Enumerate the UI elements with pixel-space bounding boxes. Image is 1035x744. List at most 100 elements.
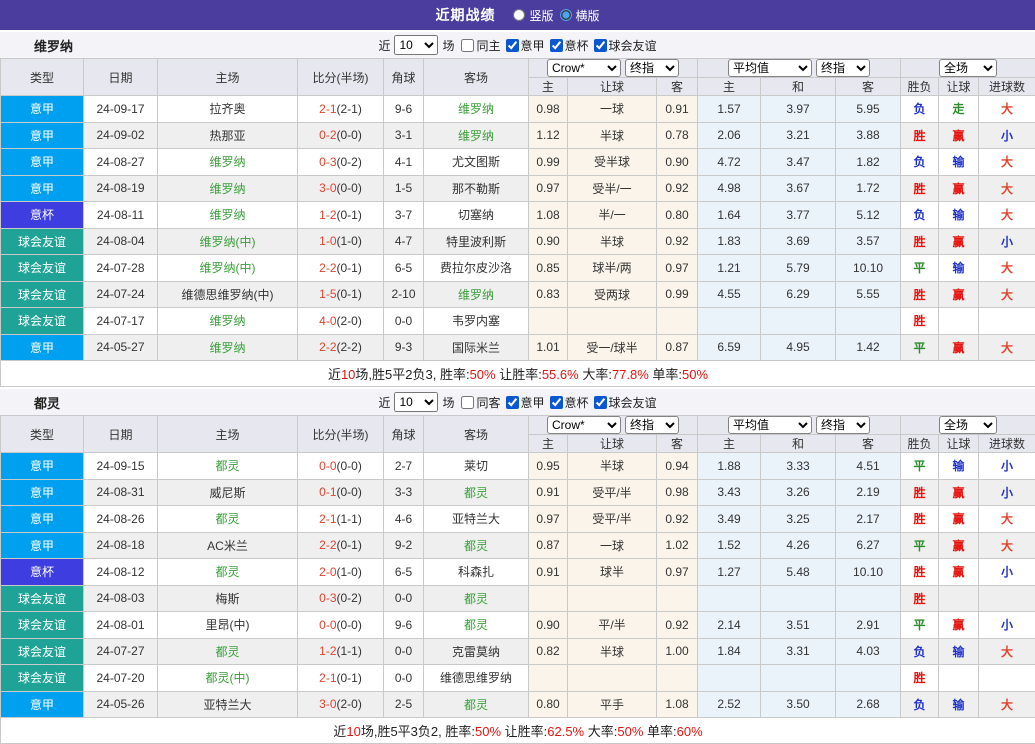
home-team: 都灵 xyxy=(158,559,298,586)
league-filter-friendly[interactable]: 球会友谊 xyxy=(589,37,657,54)
recent-count-select[interactable]: 10 xyxy=(394,35,438,55)
avg-time-select[interactable]: 终指 xyxy=(816,416,870,434)
odds-away-value: 0.97 xyxy=(657,255,698,282)
league-type-badge: 球会友谊 xyxy=(1,281,84,308)
bookmaker-select[interactable]: Crow* xyxy=(547,59,621,77)
same-venue-filter[interactable]: 同主 xyxy=(454,37,500,54)
corner-score: 4-1 xyxy=(384,149,424,176)
league-filter-seriea[interactable]: 意甲 xyxy=(501,394,545,411)
match-date: 24-09-15 xyxy=(84,453,158,480)
seriea-checkbox[interactable] xyxy=(506,39,519,52)
vertical-radio[interactable] xyxy=(513,9,525,21)
away-team: 莱切 xyxy=(424,453,529,480)
odds-away-value: 0.91 xyxy=(657,96,698,123)
horizontal-radio-label: 横版 xyxy=(576,7,600,24)
match-row: 意甲24-05-27维罗纳2-2(2-2)9-3国际米兰1.01受一/球半0.8… xyxy=(1,334,1035,361)
sub-header-handicap-result: 让球 xyxy=(939,78,979,96)
fulltime-select[interactable]: 全场 xyxy=(939,416,997,434)
result-group-header: 全场 xyxy=(901,416,1035,435)
seriea-checkbox[interactable] xyxy=(506,396,519,409)
avg-away-value: 2.91 xyxy=(836,612,901,639)
home-team: 维罗纳(中) xyxy=(158,255,298,282)
league-filter-coppa[interactable]: 意杯 xyxy=(545,37,589,54)
col-header-type: 类型 xyxy=(1,59,84,96)
section-summary: 近10场,胜5平2负3, 胜率:50% 让胜率:55.6% 大率:77.8% 单… xyxy=(1,361,1035,387)
match-date: 24-08-26 xyxy=(84,506,158,533)
match-date: 24-07-17 xyxy=(84,308,158,335)
recent-count-select[interactable]: 10 xyxy=(394,392,438,412)
bookmaker-select[interactable]: Crow* xyxy=(547,416,621,434)
handicap-line: 球半/两 xyxy=(568,255,657,282)
odds-away-value: 0.87 xyxy=(657,334,698,361)
away-team: 都灵 xyxy=(424,532,529,559)
match-row: 意甲24-05-26亚特兰大3-0(2-0)2-5都灵0.80平手1.082.5… xyxy=(1,691,1035,718)
match-row: 意甲24-08-18AC米兰2-2(0-1)9-2都灵0.87一球1.021.5… xyxy=(1,532,1035,559)
corner-score: 4-7 xyxy=(384,228,424,255)
match-score: 1-2(0-1) xyxy=(298,202,384,229)
away-team: 都灵 xyxy=(424,585,529,612)
odds-group-header: Crow*终指 xyxy=(529,416,698,435)
average-select[interactable]: 平均值 xyxy=(728,416,812,434)
match-score: 1-5(0-1) xyxy=(298,281,384,308)
result-outcome: 平 xyxy=(901,453,939,480)
fulltime-select[interactable]: 全场 xyxy=(939,59,997,77)
coppa-checkbox[interactable] xyxy=(550,39,563,52)
avg-away-value: 4.03 xyxy=(836,638,901,665)
result-goals: 大 xyxy=(979,532,1035,559)
home-team: 都灵 xyxy=(158,506,298,533)
match-score: 0-0(0-0) xyxy=(298,453,384,480)
result-outcome: 胜 xyxy=(901,122,939,149)
sub-header-avg-draw: 和 xyxy=(761,435,836,453)
match-score: 4-0(2-0) xyxy=(298,308,384,335)
match-date: 24-05-27 xyxy=(84,334,158,361)
league-filter-friendly[interactable]: 球会友谊 xyxy=(589,394,657,411)
avg-draw-value: 3.97 xyxy=(761,96,836,123)
avg-draw-value: 3.51 xyxy=(761,612,836,639)
view-option-vertical[interactable]: 竖版 xyxy=(513,7,553,24)
result-goals: 大 xyxy=(979,255,1035,282)
avg-away-value: 10.10 xyxy=(836,559,901,586)
horizontal-radio[interactable] xyxy=(560,9,572,21)
league-filter-coppa[interactable]: 意杯 xyxy=(545,394,589,411)
corner-score: 3-7 xyxy=(384,202,424,229)
corner-score: 2-7 xyxy=(384,453,424,480)
avg-draw-value xyxy=(761,585,836,612)
result-handicap: 赢 xyxy=(939,612,979,639)
sub-header-handicap: 让球 xyxy=(568,435,657,453)
corner-score: 0-0 xyxy=(384,308,424,335)
match-score: 2-2(0-1) xyxy=(298,532,384,559)
sub-header-avg-draw: 和 xyxy=(761,78,836,96)
same-venue-checkbox[interactable] xyxy=(461,39,474,52)
avg-time-select[interactable]: 终指 xyxy=(816,59,870,77)
sub-header-avg-away: 客 xyxy=(836,435,901,453)
average-select[interactable]: 平均值 xyxy=(728,59,812,77)
avg-home-value: 4.98 xyxy=(698,175,761,202)
odds-home-value xyxy=(529,585,568,612)
odds-home-value: 0.97 xyxy=(529,175,568,202)
match-date: 24-08-18 xyxy=(84,532,158,559)
friendly-checkbox[interactable] xyxy=(594,39,607,52)
match-row: 球会友谊24-08-03梅斯0-3(0-2)0-0都灵胜 xyxy=(1,585,1035,612)
same-venue-filter[interactable]: 同客 xyxy=(454,394,500,411)
odds-time-select[interactable]: 终指 xyxy=(625,416,679,434)
league-type-badge: 意甲 xyxy=(1,453,84,480)
result-outcome: 胜 xyxy=(901,479,939,506)
match-score: 0-3(0-2) xyxy=(298,585,384,612)
handicap-line xyxy=(568,308,657,335)
team-section-verona: 维罗纳 近 10 场 同主 意甲 意杯 球会友谊 xyxy=(0,32,1035,387)
away-team: 韦罗内塞 xyxy=(424,308,529,335)
home-team: 维罗纳 xyxy=(158,149,298,176)
view-option-horizontal[interactable]: 横版 xyxy=(560,7,600,24)
home-team: 维罗纳 xyxy=(158,175,298,202)
friendly-checkbox[interactable] xyxy=(594,396,607,409)
league-type-badge: 意甲 xyxy=(1,175,84,202)
col-header-home: 主场 xyxy=(158,59,298,96)
odds-time-select[interactable]: 终指 xyxy=(625,59,679,77)
same-venue-checkbox[interactable] xyxy=(461,396,474,409)
col-header-corner: 角球 xyxy=(384,416,424,453)
league-filter-seriea[interactable]: 意甲 xyxy=(501,37,545,54)
coppa-checkbox[interactable] xyxy=(550,396,563,409)
result-outcome: 胜 xyxy=(901,281,939,308)
avg-away-value: 5.12 xyxy=(836,202,901,229)
result-goals: 小 xyxy=(979,479,1035,506)
